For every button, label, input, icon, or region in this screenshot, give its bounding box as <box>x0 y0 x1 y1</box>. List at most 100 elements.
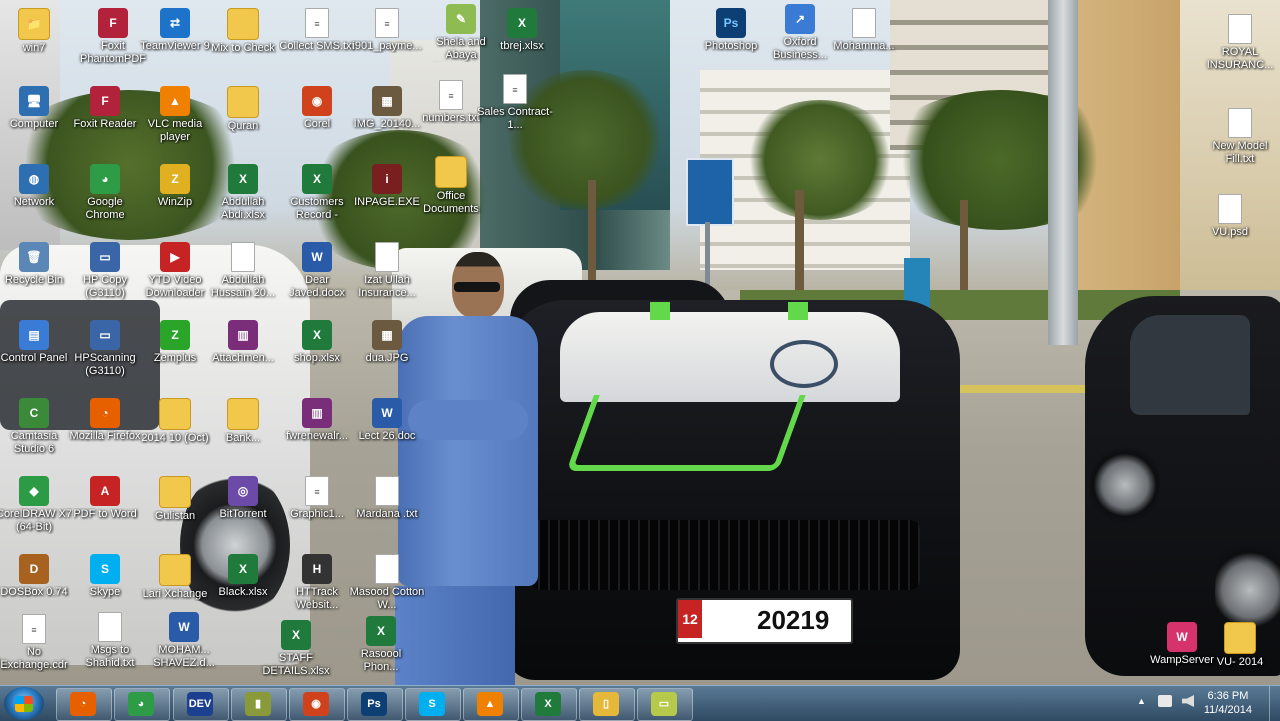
desktop-icon-no-exchange-cdr[interactable]: ≡ No Exchange.cdr <box>0 610 72 686</box>
desktop-icon-label: Graphic1... <box>290 508 344 520</box>
desktop-icon-staff-details-xlsx[interactable]: X STAFF DETAILS.xlsx <box>258 616 334 692</box>
taskbar-explorer-button[interactable]: ▯ <box>579 688 635 721</box>
vlc-icon: ▲ <box>477 692 503 716</box>
fld-icon <box>227 86 259 118</box>
wd-icon: W <box>169 612 199 642</box>
desktop-icon-label: Office Documents <box>423 190 479 215</box>
bin-icon: 🗑 <box>19 242 49 272</box>
taskbar-chrome-button[interactable]: ◕ <box>114 688 170 721</box>
desktop-icon-mohamma[interactable]: Mohamma... <box>826 4 902 80</box>
desktop-icon-sales-contract-1[interactable]: ≡ Sales Contract-1... <box>477 70 553 146</box>
desktop-icon-mix-to-check[interactable]: Mix to Check <box>205 4 281 80</box>
show-hidden-icons-arrow-icon[interactable]: ▲ <box>1137 696 1146 706</box>
desktop-icon-foxit-reader[interactable]: F Foxit Reader <box>67 82 143 158</box>
taskbar-corel-button[interactable]: ◉ <box>289 688 345 721</box>
desktop-icon-hp-copy-g3110[interactable]: ▭ HP Copy (G3110) <box>67 238 143 314</box>
desktop-icon-google-chrome[interactable]: ◕ Google Chrome <box>67 160 143 236</box>
desktop-icon-photoshop[interactable]: Ps Photoshop <box>693 4 769 80</box>
show-desktop-button[interactable] <box>1269 686 1280 721</box>
desktop-icon-2014-10-oct[interactable]: 2014 10 (Oct) <box>137 394 213 470</box>
desktop-icon-label: Foxit Reader <box>73 118 137 130</box>
desktop-icon-label: New Model Fill.txt <box>1212 140 1268 165</box>
desktop-icon-lect-26-doc[interactable]: W Lect 26.doc <box>349 394 425 470</box>
desktop-icon-fwrenewalr[interactable]: ▥ fwrenewalr... <box>279 394 355 470</box>
desktop-icon-hpscanning-g3110[interactable]: ▭ HPScanning (G3110) <box>67 316 143 392</box>
desktop-icon-corel[interactable]: ◉ Corel <box>279 82 355 158</box>
desktop-icon-teamviewer-9[interactable]: ⇄ TeamViewer 9 <box>137 4 213 80</box>
taskbar-vlc-button[interactable]: ▲ <box>463 688 519 721</box>
desktop-icon-label: BitTorrent <box>219 508 267 520</box>
volume-icon[interactable] <box>1182 695 1194 707</box>
fld-icon: 📁 <box>18 8 50 40</box>
desktop-icon-pdf-to-word[interactable]: A PDF to Word <box>67 472 143 548</box>
xl-icon: X <box>366 616 396 646</box>
desktop-icon-abdullah-abdi-xlsx[interactable]: X Abdullah Abdi.xlsx <box>205 160 281 236</box>
photoshop-icon: Ps <box>361 692 387 716</box>
vlc-icon: ▲ <box>160 86 190 116</box>
doc-icon: ≡ <box>503 74 527 104</box>
desktop-icon-moham-shavez-d[interactable]: W MOHAM... SHAVEZ.d... <box>146 608 222 684</box>
desktop-icon-recycle-bin[interactable]: 🗑 Recycle Bin <box>0 238 72 314</box>
desktop-icon-winzip[interactable]: Z WinZip <box>137 160 213 236</box>
desktop-icon-label: ROYAL INSURANC... <box>1206 46 1274 71</box>
desktop-icon-label: Abdullah Abdi.xlsx <box>220 196 266 221</box>
desktop-icon-zemplus[interactable]: Z Zemplus <box>137 316 213 392</box>
taskbar-gnuplot-button[interactable]: ▮ <box>231 688 287 721</box>
inpage-icon: i <box>372 164 402 194</box>
desktop-icon-label: WinZip <box>157 196 193 208</box>
desktop-icon-rasoool-phon[interactable]: X Rasoool Phon... <box>343 612 419 688</box>
desktop-icon-win7[interactable]: 📁 win7 <box>0 4 72 80</box>
taskbar-excel-button[interactable]: X <box>521 688 577 721</box>
system-clock[interactable]: 6:36 PM 11/4/2014 <box>1204 689 1252 717</box>
desktop-icon-vu-psd[interactable]: VU.psd <box>1192 190 1268 266</box>
desktop-icon-camtasia-studio-6[interactable]: C Camtasia Studio 6 <box>0 394 72 470</box>
desktop-icon-label: Quran <box>227 120 259 132</box>
doc-icon <box>1218 194 1242 224</box>
desktop-icon-customers-record[interactable]: X Customers Record - <box>279 160 355 236</box>
desktop-icon-dua-jpg[interactable]: ▦ dua.JPG <box>349 316 425 392</box>
taskbar-dev-button[interactable]: DEV <box>173 688 229 721</box>
desktop-icon-graphic1[interactable]: ≡ Graphic1... <box>279 472 355 548</box>
desktop-icon-vu-2014[interactable]: VU- 2014 <box>1202 618 1278 694</box>
action-center-flag-icon[interactable] <box>1158 695 1172 707</box>
desktop-icon-royal-insuranc[interactable]: ROYAL INSURANC... <box>1202 10 1278 86</box>
desktop-icon-quran[interactable]: Quran <box>205 82 281 158</box>
desktop-icon-new-model-fill-txt[interactable]: New Model Fill.txt <box>1202 104 1278 180</box>
desktop-icon-collect-sms-txt[interactable]: ≡ Collect SMS.txt <box>279 4 355 80</box>
desktop-icon-label: dua.JPG <box>365 352 409 364</box>
taskbar-notes-button[interactable]: ▭ <box>637 688 693 721</box>
desktop-icon-vlc-media-player[interactable]: ▲ VLC media player <box>137 82 213 158</box>
taskbar-photoshop-button[interactable]: Ps <box>347 688 403 721</box>
bt-icon: ◎ <box>228 476 258 506</box>
desktop-icon-office-documents[interactable]: Office Documents <box>413 152 489 228</box>
desktop-icon-control-panel[interactable]: ▤ Control Panel <box>0 316 72 392</box>
desktop-icon-shop-xlsx[interactable]: Xshop.xlsx <box>279 316 355 392</box>
desktop-icon-label: Abdullah Hussain 20... <box>210 274 276 299</box>
notes-icon: ▭ <box>651 692 677 716</box>
desktop-icon-coreldraw-x7-64-bit[interactable]: ◆ CorelDRAW X7 (64-Bit) <box>0 472 72 548</box>
desktop-icon-bittorrent[interactable]: ◎ BitTorrent <box>205 472 281 548</box>
desktop-icon-dear-javed-docx[interactable]: W Dear Javed.docx <box>279 238 355 314</box>
taskbar-skype-button[interactable]: S <box>405 688 461 721</box>
desktop-icon-tbrej-xlsx[interactable]: Xtbrej.xlsx <box>484 4 560 80</box>
desktop-icon-i901-payme[interactable]: ≡ i901_payme... <box>349 4 425 80</box>
desktop-icon-mardana-txt[interactable]: Mardana .txt <box>349 472 425 548</box>
start-button[interactable] <box>4 687 44 720</box>
desktop-icon-bank[interactable]: Bank... <box>205 394 281 470</box>
desktop-icon-ytd-video-downloader[interactable]: ▶ YTD Video Downloader <box>137 238 213 314</box>
desktop-icon-mozilla-firefox[interactable]: ◔ Mozilla Firefox <box>67 394 143 470</box>
desktop-icon-gulistan[interactable]: Gulistan <box>137 472 213 548</box>
desktop-icon-abdullah-hussain-20[interactable]: Abdullah Hussain 20... <box>205 238 281 314</box>
desktop-icon-label: Mardana .txt <box>356 508 418 520</box>
clock-date: 11/4/2014 <box>1203 704 1252 716</box>
chrome-icon: ◕ <box>128 692 154 716</box>
desktop-icon-izat-ullah-insurance[interactable]: Izat Ullah Insurance... <box>349 238 425 314</box>
desktop-icon-msgs-to-shahid-txt[interactable]: Msgs to Shahid.txt <box>72 608 148 684</box>
desktop-icon-computer[interactable]: 🖥 Computer <box>0 82 72 158</box>
desktop-icon-label: i901_payme... <box>352 40 422 52</box>
desktop-icon-network[interactable]: ◍ Network <box>0 160 72 236</box>
img-icon: ▦ <box>372 320 402 350</box>
desktop-icon-attachmen[interactable]: ▥ Attachmen... <box>205 316 281 392</box>
taskbar-firefox-button[interactable]: ◔ <box>56 688 112 721</box>
doc-icon <box>375 476 399 506</box>
